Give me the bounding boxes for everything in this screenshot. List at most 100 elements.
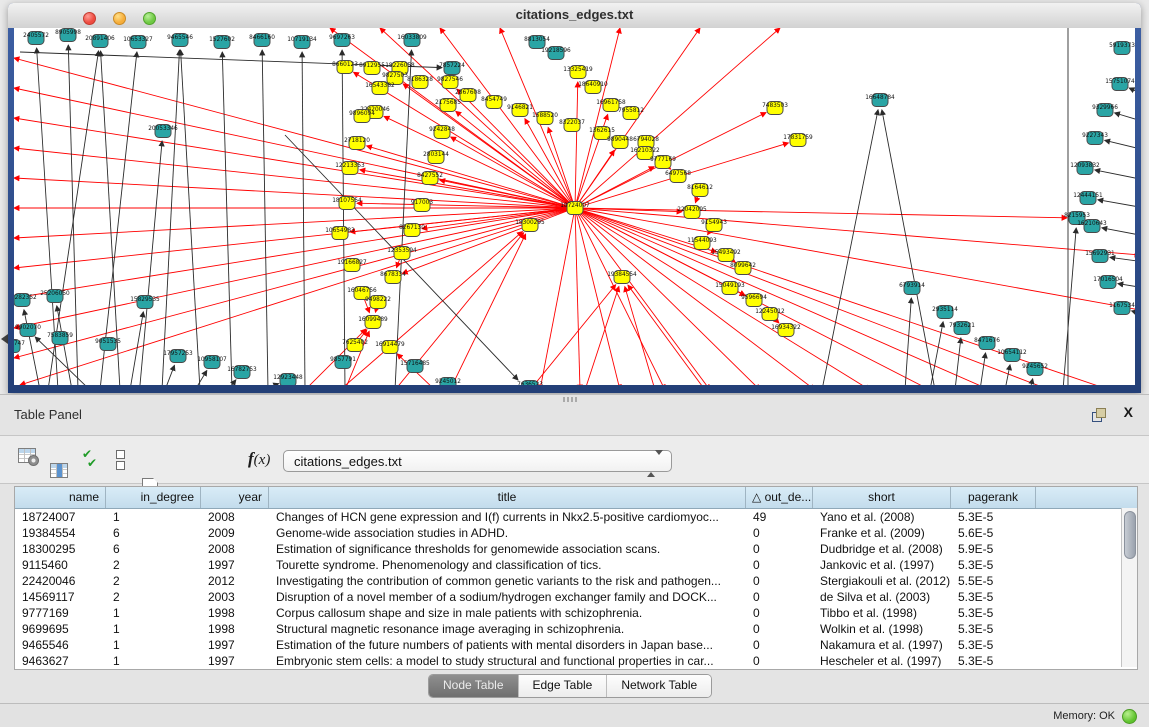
graph-edge[interactable]: [540, 208, 575, 385]
graph-node[interactable]: 8164612: [687, 184, 713, 197]
table-row[interactable]: 911546021997Tourette syndrome. Phenomeno…: [15, 557, 1137, 573]
graph-node[interactable]: 12213353: [335, 162, 365, 175]
table-cell[interactable]: 1998: [201, 605, 269, 621]
table-cell[interactable]: 5.3E-5: [951, 605, 1036, 621]
table-cell[interactable]: Genome-wide association studies in ADHD.: [269, 525, 746, 541]
table-cell[interactable]: 5.3E-5: [951, 653, 1036, 669]
table-cell[interactable]: Embryonic stem cells: a model to study s…: [269, 653, 746, 669]
graph-edge[interactable]: [575, 208, 760, 385]
graph-node[interactable]: 10654983: [325, 227, 355, 240]
table-row[interactable]: 1938455462009Genome-wide association stu…: [15, 525, 1137, 541]
graph-node[interactable]: 10653327: [123, 36, 153, 49]
table-cell[interactable]: 1: [106, 509, 201, 525]
graph-edge[interactable]: [575, 208, 815, 385]
graph-node[interactable]: 8905998: [55, 29, 81, 42]
table-cell[interactable]: 49: [746, 509, 813, 525]
table-cell[interactable]: 0: [746, 541, 813, 557]
table-cell[interactable]: 5.3E-5: [951, 637, 1036, 653]
graph-edge[interactable]: [57, 306, 72, 385]
column-header-short[interactable]: short: [813, 487, 951, 508]
table-row[interactable]: 946362711997Embryonic stem cells: a mode…: [15, 653, 1137, 669]
graph-edge[interactable]: [101, 51, 120, 385]
graph-node[interactable]: 16099489: [358, 316, 388, 329]
graph-edge[interactable]: [140, 141, 162, 385]
graph-edge[interactable]: [262, 384, 279, 385]
graph-node[interactable]: 9242848: [429, 126, 455, 139]
graph-edge[interactable]: [1063, 228, 1076, 385]
graph-edge[interactable]: [440, 180, 575, 208]
graph-node[interactable]: 9827546: [437, 76, 463, 89]
graph-node[interactable]: 25206050: [40, 290, 70, 303]
graph-edge[interactable]: [1005, 365, 1010, 385]
graph-node[interactable]: 9329966: [1092, 104, 1118, 117]
close-panel-icon[interactable]: X: [1124, 404, 1133, 420]
table-cell[interactable]: 2003: [201, 589, 269, 605]
graph-node[interactable]: 10958107: [197, 356, 227, 369]
graph-node[interactable]: 9498222: [365, 296, 391, 309]
graph-edge[interactable]: [100, 52, 137, 385]
function-builder-icon[interactable]: f(x): [248, 449, 270, 469]
graph-edge[interactable]: [1132, 311, 1135, 315]
graph-edge[interactable]: [402, 208, 575, 273]
graph-edge[interactable]: [24, 310, 40, 385]
select-all-icon[interactable]: ✔✔: [82, 450, 102, 470]
graph-node[interactable]: 8466160: [249, 34, 275, 47]
graph-edge[interactable]: [1102, 228, 1135, 236]
table-cell[interactable]: Tourette syndrome. Phenomenology and cla…: [269, 557, 746, 573]
graph-node[interactable]: 8471676: [974, 337, 1000, 350]
graph-node[interactable]: 8813054: [524, 36, 550, 49]
table-cell[interactable]: 9699695: [15, 621, 106, 637]
table-cell[interactable]: 2008: [201, 541, 269, 557]
graph-node[interactable]: 1527602: [209, 36, 235, 49]
graph-node[interactable]: 20053346: [148, 125, 178, 138]
graph-node[interactable]: 8099642: [730, 262, 756, 275]
graph-edge[interactable]: [575, 208, 1135, 255]
table-cell[interactable]: Investigating the contribution of common…: [269, 573, 746, 589]
network-canvas[interactable]: 1872400724055728905998208914061065332794…: [14, 28, 1135, 385]
splitpane-grip[interactable]: [563, 397, 577, 402]
window-titlebar[interactable]: citations_edges.txt: [8, 3, 1141, 29]
table-cell[interactable]: 5.6E-5: [951, 525, 1036, 541]
graph-node[interactable]: 7636523: [517, 381, 543, 386]
graph-node[interactable]: 16934322: [771, 324, 801, 337]
table-cell[interactable]: 9463627: [15, 653, 106, 669]
table-cell[interactable]: 2: [106, 573, 201, 589]
network-graph[interactable]: 1872400724055728905998208914061065332794…: [14, 28, 1135, 385]
table-cell[interactable]: 9777169: [15, 605, 106, 621]
graph-edge[interactable]: [575, 82, 578, 208]
graph-edge[interactable]: [575, 208, 620, 385]
graph-edge[interactable]: [14, 118, 575, 208]
table-settings-icon[interactable]: [18, 448, 36, 463]
table-cell[interactable]: Corpus callosum shape and size in male p…: [269, 605, 746, 621]
collapse-panel-arrow-icon[interactable]: [1, 334, 8, 344]
graph-edge[interactable]: [14, 148, 575, 208]
graph-edge[interactable]: [575, 208, 1067, 218]
table-cell[interactable]: 5.3E-5: [951, 509, 1036, 525]
table-cell[interactable]: 19384554: [15, 525, 106, 541]
table-cell[interactable]: 2009: [201, 525, 269, 541]
graph-node[interactable]: 6793914: [899, 282, 925, 295]
table-cell[interactable]: 0: [746, 605, 813, 621]
graph-node[interactable]: 13325419: [563, 66, 593, 79]
column-header-pagerank[interactable]: pagerank: [951, 487, 1036, 508]
graph-node[interactable]: 10654112: [997, 349, 1027, 362]
graph-node[interactable]: 15493492: [711, 249, 741, 262]
table-cell[interactable]: 1997: [201, 653, 269, 669]
table-row[interactable]: 1456911722003Disruption of a novel membe…: [15, 589, 1137, 605]
table-cell[interactable]: 5.9E-5: [951, 541, 1036, 557]
show-columns-icon[interactable]: [50, 463, 68, 478]
graph-edge[interactable]: [955, 338, 961, 385]
table-cell[interactable]: Jankovic et al. (1997): [813, 557, 951, 573]
column-header-in_degree[interactable]: in_degree: [106, 487, 201, 508]
graph-node[interactable]: 17831759: [783, 134, 813, 147]
graph-node[interactable]: 12923448: [273, 374, 303, 386]
graph-node[interactable]: 19166827: [337, 259, 367, 272]
graph-edge[interactable]: [165, 365, 174, 385]
table-cell[interactable]: 5.3E-5: [951, 589, 1036, 605]
table-cell[interactable]: Nakamura et al. (1997): [813, 637, 951, 653]
graph-edge[interactable]: [1129, 88, 1135, 95]
graph-node[interactable]: 20891406: [85, 35, 115, 48]
graph-node[interactable]: 2803144: [423, 151, 449, 164]
graph-node[interactable]: 2935114: [932, 306, 958, 319]
table-cell[interactable]: 2008: [201, 509, 269, 525]
